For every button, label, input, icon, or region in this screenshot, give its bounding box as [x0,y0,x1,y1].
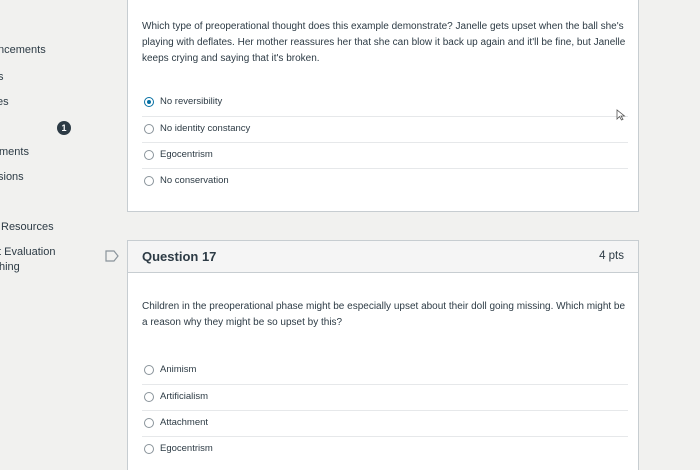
radio-button[interactable] [144,176,154,186]
answer-option[interactable]: No identity constancy [142,116,628,142]
answer-label[interactable]: No conservation [160,175,229,186]
answer-label[interactable]: No reversibility [160,96,222,107]
answer-option[interactable]: No conservation [142,168,628,194]
answer-option[interactable]: Animism [142,358,628,384]
question-17-answers: Animism Artificialism Attachment Egocent… [142,358,628,462]
answer-label[interactable]: No identity constancy [160,123,250,134]
nav-link-assignments[interactable]: ments [0,146,29,159]
radio-button[interactable] [144,365,154,375]
radio-button[interactable] [144,418,154,428]
nav-link-discussions[interactable]: sions [0,171,24,184]
answer-label[interactable]: Egocentrism [160,443,213,454]
mouse-pointer-icon [616,109,626,121]
radio-button[interactable] [144,124,154,134]
radio-button[interactable] [144,392,154,402]
question-16-answers: No reversibility No identity constancy E… [142,90,628,194]
nav-link-partial-hing[interactable]: hing [0,261,20,274]
answer-label[interactable]: Egocentrism [160,149,213,160]
flag-question-icon[interactable] [105,250,119,262]
answer-option[interactable]: Egocentrism [142,142,628,168]
answer-label[interactable]: Animism [160,364,196,375]
question-17-text: Children in the preoperational phase mig… [142,301,626,328]
course-navigation: ncements s es 1 ments sions Resources t … [0,0,100,470]
question-17-header: Question 17 4 pts [128,241,638,273]
nav-link-partial-2[interactable]: es [0,96,9,109]
nav-link-announcements[interactable]: ncements [0,44,46,57]
question-title: Question 17 [142,249,217,264]
question-16-text: Which type of preoperational thought doe… [142,21,626,64]
answer-option[interactable]: Egocentrism [142,436,628,462]
nav-link-partial-1[interactable]: s [0,71,4,84]
radio-button[interactable] [144,444,154,454]
nav-link-evaluation[interactable]: t Evaluation [0,246,55,259]
answer-label[interactable]: Artificialism [160,391,208,402]
question-16-card: Which type of preoperational thought doe… [127,0,639,212]
answer-option[interactable]: Attachment [142,410,628,436]
answer-label[interactable]: Attachment [160,417,208,428]
nav-link-resources[interactable]: Resources [1,221,54,234]
answer-option[interactable]: No reversibility [142,90,628,116]
question-17-card: Question 17 4 pts Children in the preope… [127,240,639,470]
notification-badge: 1 [57,121,71,135]
radio-button[interactable] [144,150,154,160]
answer-option[interactable]: Artificialism [142,384,628,410]
radio-button-selected[interactable] [144,97,154,107]
question-points: 4 pts [599,250,624,262]
